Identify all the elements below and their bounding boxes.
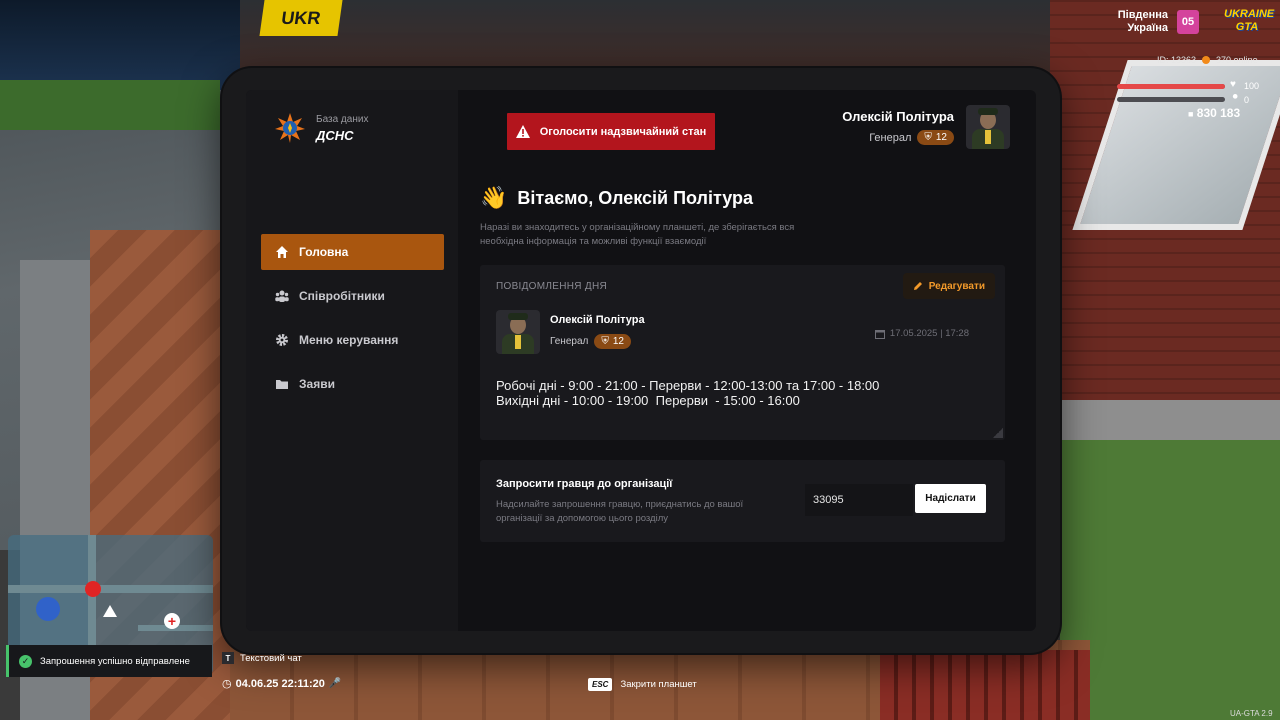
shield-icon: ⚫: [1231, 92, 1240, 103]
health-bar: [1117, 84, 1225, 89]
key-hint: T: [222, 652, 234, 664]
shield-icon: ⛨: [924, 132, 932, 143]
text-chat-hint: T Текстовий чат: [222, 652, 302, 664]
microphone-icon: 🎤: [328, 678, 342, 689]
level-badge: ⛨ 12: [594, 334, 631, 349]
welcome-heading: 👋 Вітаємо, Олексій Політура: [480, 185, 754, 210]
invite-description: Надсилайте запрошення гравцю, приєднатис…: [496, 499, 744, 524]
level-badge: ⛨ 12: [917, 130, 954, 145]
dsns-emblem-icon: [275, 113, 305, 143]
dsns-logo: База даних ДСНС: [274, 112, 368, 144]
motd-body: Робочі дні - 9:00 - 21:00 - Перерви - 12…: [496, 378, 880, 408]
logo-subtitle: База даних: [316, 113, 369, 125]
game-version: UA-GTA 2.9: [1230, 709, 1273, 718]
user-profile: Олексій Політура Генерал ⛨ 12: [842, 105, 1010, 149]
success-toast: ✓ Запрошення успішно відправлене: [6, 645, 212, 677]
sidebar-item-employees[interactable]: Співробітники: [261, 278, 444, 314]
logo-title: ДСНС: [316, 127, 354, 143]
heart-icon: ♥: [1230, 79, 1236, 90]
send-invite-button[interactable]: Надіслати: [915, 484, 986, 513]
warning-icon: [515, 125, 530, 138]
sidebar-item-label: Головна: [299, 245, 349, 259]
motd-date: 17.05.2025 | 17:28: [874, 328, 969, 339]
sidebar-item-label: Співробітники: [299, 289, 385, 303]
declare-emergency-button[interactable]: Оголосити надзвичайний стан: [507, 113, 715, 150]
user-rank: Генерал ⛨ 12: [842, 130, 954, 145]
invite-player-section: Запросити гравця до організації Надсилай…: [480, 460, 1005, 542]
esc-key: ESC: [588, 678, 613, 691]
waving-hand-icon: 👋: [480, 185, 508, 210]
user-name: Олексій Політура: [842, 109, 954, 124]
clock-icon: ◷: [222, 678, 232, 690]
fuel-marker-icon: [85, 581, 101, 597]
pencil-icon: [913, 282, 922, 290]
motd-author: Олексій Політура Генерал ⛨ 12: [496, 310, 645, 354]
sidebar-item-applications[interactable]: Заяви: [261, 366, 444, 402]
edit-button[interactable]: Редагувати: [902, 273, 995, 299]
users-icon: [275, 290, 289, 302]
author-rank: Генерал ⛨ 12: [550, 334, 645, 349]
money-icon: ■: [1188, 109, 1194, 119]
folder-icon: [276, 380, 288, 389]
player-id-input[interactable]: [805, 484, 913, 516]
welcome-description: Наразі ви знаходитесь у організаційному …: [480, 222, 795, 247]
close-tablet-hint: ESC Закрити планшет: [588, 678, 697, 691]
datetime: ◷ 04.06.25 22:11:20 🎤: [222, 677, 342, 691]
hud-region: Південна Україна: [1117, 9, 1168, 34]
avatar: [496, 310, 540, 354]
author-name: Олексій Політура: [550, 314, 645, 326]
health-value: 100: [1244, 81, 1260, 91]
sidebar-nav: Головна Співробітники Меню керування Зая…: [261, 234, 444, 410]
medical-marker-icon: +: [164, 613, 180, 629]
tablet-screen: База даних ДСНС Головна Співробітники Ме…: [246, 90, 1036, 631]
sidebar: База даних ДСНС Головна Співробітники Ме…: [246, 90, 458, 631]
sidebar-item-label: Меню керування: [299, 333, 399, 347]
money-value: ■ 830 183: [1188, 106, 1241, 120]
main-content: Оголосити надзвичайний стан Олексій Полі…: [458, 90, 1036, 631]
message-of-the-day: ПОВІДОМЛЕННЯ ДНЯ Редагувати Олексій Полі…: [480, 265, 1005, 440]
motd-title: ПОВІДОМЛЕННЯ ДНЯ: [496, 281, 607, 292]
calendar-icon: [874, 329, 885, 339]
check-icon: ✓: [19, 654, 32, 668]
game-logo: UKRAINE GTA: [1224, 8, 1275, 33]
server-number-badge: 05: [1177, 10, 1199, 34]
armor-bar: [1117, 97, 1225, 102]
sidebar-item-label: Заяви: [299, 377, 335, 391]
player-id: ID: 13363 370 online: [1157, 55, 1258, 65]
home-icon: [276, 246, 288, 258]
armor-value: 0: [1244, 95, 1250, 105]
org-tablet: База даних ДСНС Головна Співробітники Ме…: [222, 68, 1060, 653]
invite-title: Запросити гравця до організації: [496, 478, 673, 490]
waypoint-icon: [103, 605, 117, 617]
player-marker-icon: [36, 597, 60, 621]
sidebar-item-home[interactable]: Головна: [261, 234, 444, 270]
sidebar-item-control-menu[interactable]: Меню керування: [261, 322, 444, 358]
gear-icon: [276, 334, 288, 346]
shield-icon: ⛨: [601, 336, 609, 347]
store-sign: UKR: [259, 0, 343, 36]
avatar: [966, 105, 1010, 149]
online-icon: [1202, 56, 1211, 64]
resize-handle[interactable]: [993, 428, 1003, 438]
